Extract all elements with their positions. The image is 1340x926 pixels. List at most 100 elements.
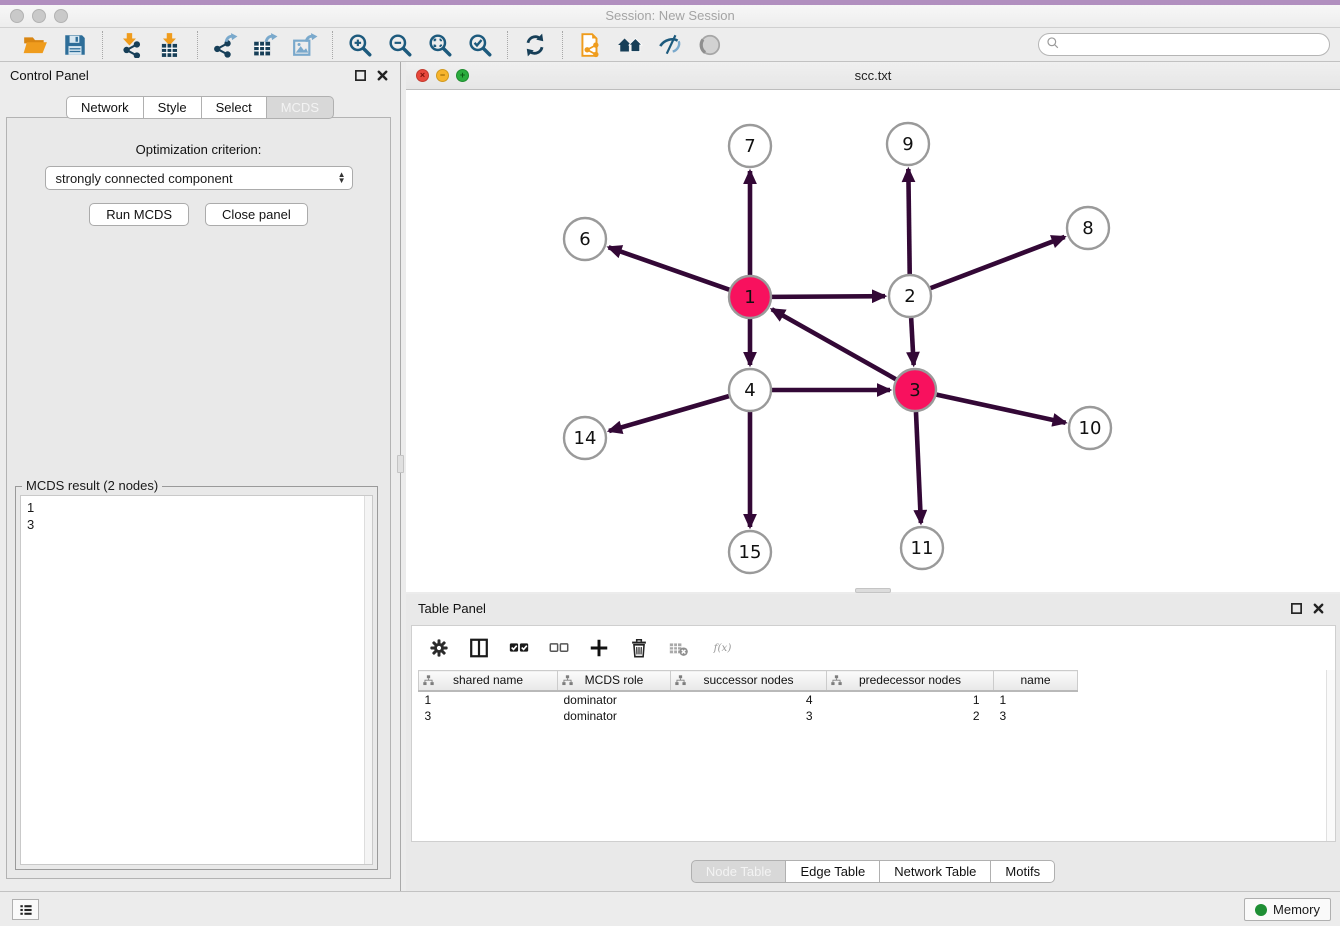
export-network-icon[interactable] xyxy=(210,30,240,60)
svg-text:11: 11 xyxy=(911,538,934,559)
edge-1-2[interactable] xyxy=(772,296,885,297)
zoom-out-icon[interactable] xyxy=(385,30,415,60)
table-cell: 3 xyxy=(994,708,1078,725)
network-canvas[interactable]: 7 9 6 8 1 2 4 3 14 10 15 11 xyxy=(406,90,1340,592)
column-header-name[interactable]: name xyxy=(994,671,1078,691)
table-header-row: shared nameMCDS rolesuccessor nodesprede… xyxy=(419,671,1078,691)
optimization-criterion-label: Optimization criterion: xyxy=(7,142,390,157)
result-scrollbar[interactable] xyxy=(364,496,372,864)
run-mcds-button[interactable]: Run MCDS xyxy=(89,203,189,226)
node-1[interactable]: 1 xyxy=(729,276,771,318)
node-table-area: f(x) shared nameMCDS rolesuccessor nodes… xyxy=(411,625,1336,842)
import-table-icon[interactable] xyxy=(155,30,185,60)
criterion-selected-value: strongly connected component xyxy=(56,171,338,186)
task-history-button[interactable] xyxy=(12,899,39,920)
horizontal-splitter-handle[interactable] xyxy=(855,588,891,593)
zoom-fit-icon[interactable] xyxy=(425,30,455,60)
tab-network-table[interactable]: Network Table xyxy=(880,860,991,883)
export-table-icon[interactable] xyxy=(250,30,280,60)
import-network-icon[interactable] xyxy=(115,30,145,60)
float-panel-icon[interactable] xyxy=(352,67,368,83)
refresh-icon[interactable] xyxy=(520,30,550,60)
node-3[interactable]: 3 xyxy=(894,369,936,411)
float-panel-icon[interactable] xyxy=(1288,600,1304,616)
edge-2-3[interactable] xyxy=(911,318,914,365)
vertical-splitter-handle[interactable] xyxy=(397,455,404,473)
export-image-icon[interactable] xyxy=(290,30,320,60)
zoom-in-icon[interactable] xyxy=(345,30,375,60)
table-cell: dominator xyxy=(558,691,671,708)
column-header-predecessor-nodes[interactable]: predecessor nodes xyxy=(827,671,994,691)
svg-text:6: 6 xyxy=(579,229,590,250)
edge-3-1[interactable] xyxy=(772,309,896,379)
memory-button[interactable]: Memory xyxy=(1244,898,1331,921)
table-settings-icon[interactable] xyxy=(426,635,452,661)
memory-status-icon xyxy=(1255,904,1267,916)
add-column-icon[interactable] xyxy=(586,635,612,661)
save-session-icon[interactable] xyxy=(60,30,90,60)
svg-text:3: 3 xyxy=(909,380,920,401)
mcds-result-line: 1 xyxy=(27,499,372,516)
select-all-rows-icon[interactable] xyxy=(506,635,532,661)
table-row[interactable]: 1dominator411 xyxy=(419,691,1078,708)
table-row[interactable]: 3dominator323 xyxy=(419,708,1078,725)
edge-1-6[interactable] xyxy=(609,247,730,289)
hide-details-icon[interactable] xyxy=(655,30,685,60)
node-14[interactable]: 14 xyxy=(564,417,606,459)
table-tabs: Node TableEdge TableNetwork TableMotifs xyxy=(406,860,1340,883)
search-input[interactable] xyxy=(1061,36,1329,54)
memory-label: Memory xyxy=(1273,902,1320,917)
node-6[interactable]: 6 xyxy=(564,218,606,260)
tab-style[interactable]: Style xyxy=(144,96,202,119)
first-neighbors-icon[interactable] xyxy=(615,30,645,60)
clone-network-icon[interactable] xyxy=(575,30,605,60)
edge-4-14[interactable] xyxy=(609,396,729,431)
tab-edge-table[interactable]: Edge Table xyxy=(786,860,880,883)
deselect-all-rows-icon[interactable] xyxy=(546,635,572,661)
control-panel-tabs: NetworkStyleSelectMCDS xyxy=(0,96,400,119)
tab-motifs[interactable]: Motifs xyxy=(991,860,1055,883)
node-8[interactable]: 8 xyxy=(1067,207,1109,249)
edge-3-10[interactable] xyxy=(936,395,1065,423)
function-builder-icon: f(x) xyxy=(706,635,742,661)
column-header-successor-nodes[interactable]: successor nodes xyxy=(671,671,827,691)
control-panel-header: Control Panel xyxy=(0,62,400,88)
edge-2-9[interactable] xyxy=(908,169,909,274)
open-session-icon[interactable] xyxy=(20,30,50,60)
network-graph[interactable]: 7 9 6 8 1 2 4 3 14 10 15 11 xyxy=(406,90,1340,592)
node-15[interactable]: 15 xyxy=(729,531,771,573)
main-toolbar xyxy=(0,28,1340,62)
tab-select[interactable]: Select xyxy=(202,96,267,119)
table-scrollbar[interactable] xyxy=(1326,670,1335,841)
tab-node-table[interactable]: Node Table xyxy=(691,860,787,883)
column-header-shared-name[interactable]: shared name xyxy=(419,671,558,691)
close-panel-icon[interactable] xyxy=(1310,600,1326,616)
zoom-selected-icon[interactable] xyxy=(465,30,495,60)
node-7[interactable]: 7 xyxy=(729,125,771,167)
search-box[interactable] xyxy=(1038,33,1330,56)
status-bar: Memory xyxy=(0,891,1340,926)
close-panel-button[interactable]: Close panel xyxy=(205,203,308,226)
column-header-MCDS-role[interactable]: MCDS role xyxy=(558,671,671,691)
hierarchy-icon xyxy=(561,674,574,690)
close-panel-icon[interactable] xyxy=(374,67,390,83)
edge-3-11[interactable] xyxy=(916,412,921,523)
search-icon xyxy=(1045,35,1061,54)
node-2[interactable]: 2 xyxy=(889,275,931,317)
criterion-select[interactable]: strongly connected component ▲▼ xyxy=(45,166,353,190)
tab-mcds[interactable]: MCDS xyxy=(267,96,334,119)
tab-network[interactable]: Network xyxy=(66,96,144,119)
edge-2-8[interactable] xyxy=(931,237,1065,288)
delete-column-icon[interactable] xyxy=(626,635,652,661)
table-cell: 1 xyxy=(827,691,994,708)
node-11[interactable]: 11 xyxy=(901,527,943,569)
network-window-titlebar: × − + scc.txt xyxy=(406,62,1340,90)
mcds-panel: Optimization criterion: strongly connect… xyxy=(6,117,391,879)
node-4[interactable]: 4 xyxy=(729,369,771,411)
table-cell: 2 xyxy=(827,708,994,725)
show-columns-icon[interactable] xyxy=(466,635,492,661)
node-9[interactable]: 9 xyxy=(887,123,929,165)
mcds-result-text[interactable]: 13 xyxy=(20,495,373,865)
chevron-up-down-icon: ▲▼ xyxy=(338,172,346,184)
node-10[interactable]: 10 xyxy=(1069,407,1111,449)
